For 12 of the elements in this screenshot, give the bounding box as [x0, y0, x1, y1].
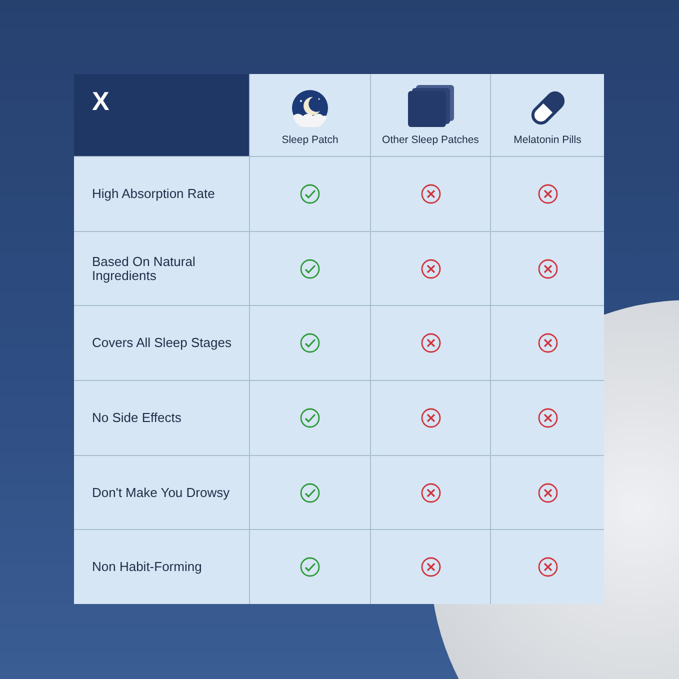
- product-name: Sleep Patch: [282, 133, 338, 148]
- feature-label: Non Habit-Forming: [91, 560, 202, 574]
- stacked-patches-icon: [408, 85, 454, 128]
- product-name: Other Sleep Patches: [382, 133, 479, 148]
- feature-label: No Side Effects: [91, 411, 182, 425]
- product-name: Melatonin Pills: [514, 133, 582, 148]
- feature-label: Covers All Sleep Stages: [91, 336, 232, 350]
- feature-label: Don't Make You Drowsy: [91, 486, 230, 500]
- moon-cloud-icon: [291, 89, 329, 128]
- brand-logo: X: [92, 88, 110, 114]
- feature-label: High Absorption Rate: [91, 187, 215, 201]
- feature-label: Based On Natural Ingredients: [91, 254, 196, 282]
